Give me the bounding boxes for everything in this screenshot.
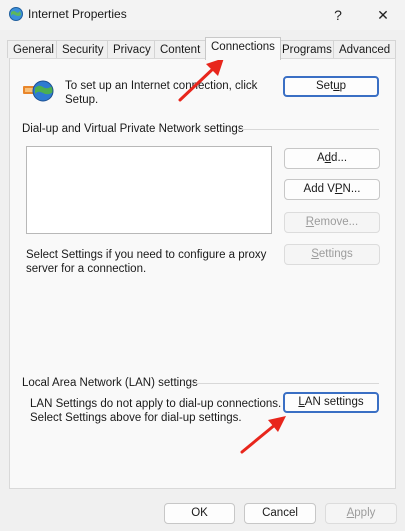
dialup-heading: Dial-up and Virtual Private Network sett… [22, 123, 244, 135]
proxy-text-line1: Select Settings if you need to configure… [26, 249, 267, 261]
add-vpn-button[interactable]: Add VPN... [284, 179, 380, 200]
help-button[interactable]: ? [325, 4, 351, 26]
dialup-divider [237, 129, 379, 130]
apply-button-label-end: pply [354, 507, 376, 519]
add-vpn-button-label-end: N... [342, 183, 361, 195]
remove-button-mnemonic: R [305, 216, 315, 228]
tab-general[interactable]: General [7, 40, 60, 58]
close-button[interactable]: ✕ [370, 4, 396, 26]
lan-heading: Local Area Network (LAN) settings [22, 377, 198, 389]
remove-button-label-end: emove... [314, 216, 359, 228]
tab-connections[interactable]: Connections [205, 37, 281, 60]
lan-settings-label-end: AN settings [304, 396, 364, 408]
add-button-label: A [316, 152, 325, 164]
lan-text-line2: Select Settings above for dial-up settin… [30, 412, 242, 424]
internet-properties-icon [9, 7, 23, 21]
add-vpn-button-mnemonic: P [334, 183, 343, 195]
tab-advanced[interactable]: Advanced [333, 40, 397, 58]
proxy-text-line2: server for a connection. [26, 263, 147, 275]
add-button-label-end: d... [331, 152, 348, 164]
lan-divider [193, 383, 379, 384]
dialup-settings-button[interactable]: Settings [284, 244, 380, 265]
add-button[interactable]: Add... [284, 148, 380, 169]
cancel-button[interactable]: Cancel [244, 503, 316, 524]
apply-button[interactable]: Apply [325, 503, 397, 524]
connections-listbox[interactable] [26, 146, 272, 234]
setup-text-line2: Setup. [65, 94, 99, 106]
tab-security[interactable]: Security [56, 40, 110, 58]
add-vpn-button-label: Add V [303, 183, 335, 195]
remove-button[interactable]: Remove... [284, 212, 380, 233]
window-title: Internet Properties [28, 7, 127, 21]
tab-privacy[interactable]: Privacy [107, 40, 157, 58]
dialup-settings-mnemonic: S [311, 248, 319, 260]
lan-settings-button[interactable]: LAN settings [283, 392, 379, 413]
red-arrow-connections-icon [178, 58, 224, 102]
red-arrow-lan-icon [240, 416, 286, 454]
ok-button[interactable]: OK [164, 503, 235, 524]
network-globe-icon [23, 80, 54, 102]
setup-button-label-end: p [339, 80, 347, 92]
setup-button-label: Set [315, 80, 334, 92]
dialup-settings-label-end: ettings [318, 248, 353, 260]
setup-button[interactable]: Setup [283, 76, 379, 97]
tab-programs[interactable]: Programs [276, 40, 338, 58]
